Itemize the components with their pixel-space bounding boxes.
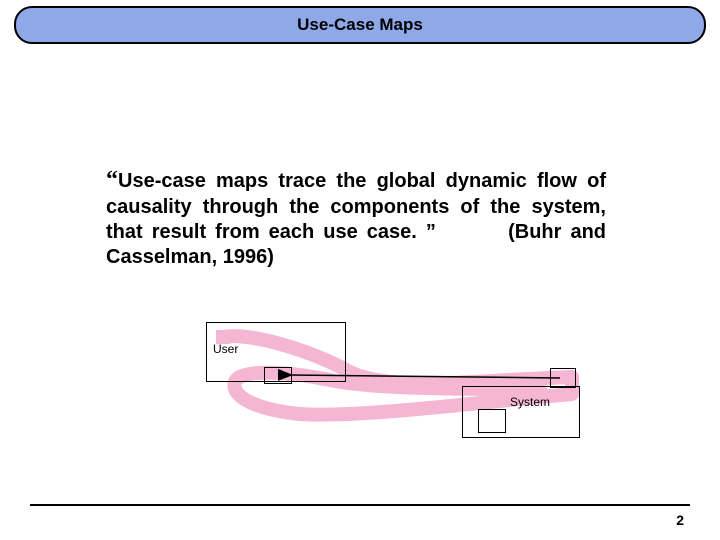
- title-bar: Use-Case Maps: [14, 6, 706, 44]
- page-number: 2: [676, 512, 684, 528]
- arrow: [180, 310, 600, 450]
- diagram: User System: [180, 310, 600, 450]
- page-title: Use-Case Maps: [297, 15, 423, 35]
- footer-divider: [30, 504, 690, 506]
- quote-block: “Use-case maps trace the global dynamic …: [106, 165, 606, 270]
- open-quote: “: [106, 167, 118, 193]
